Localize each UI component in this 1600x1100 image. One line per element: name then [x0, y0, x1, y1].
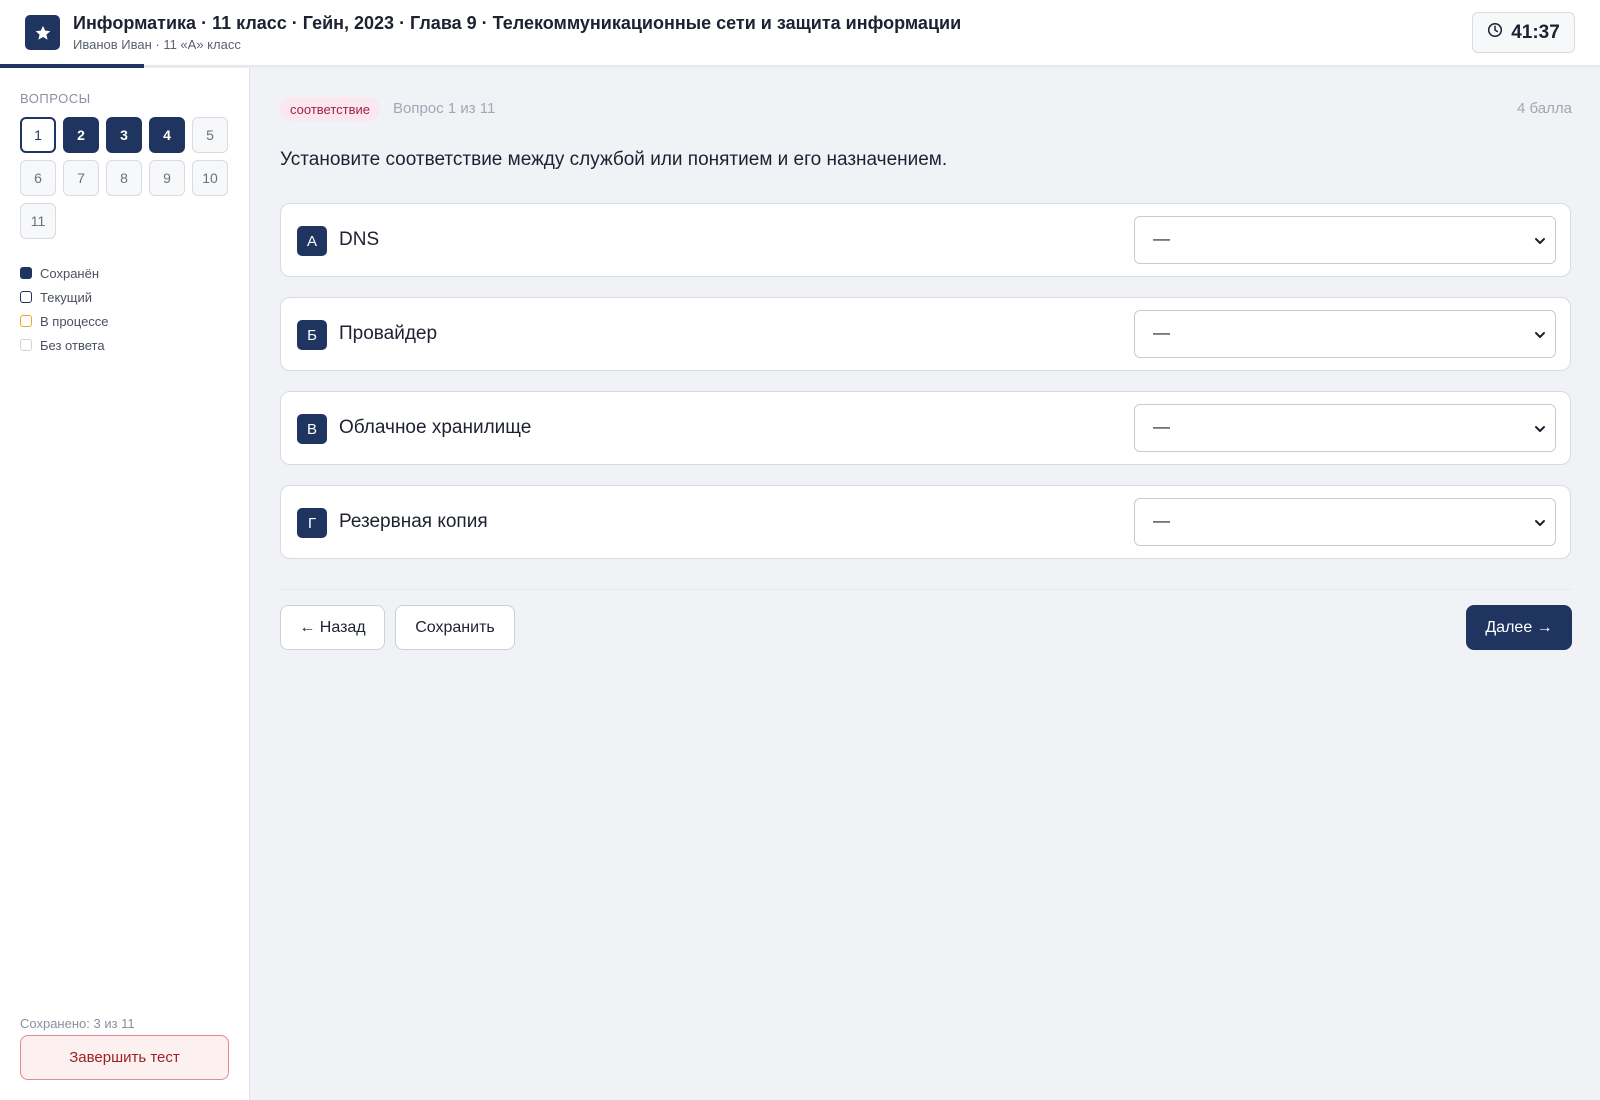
answer-select-value: —: [1153, 229, 1170, 248]
question-nav-9[interactable]: 9: [149, 160, 185, 196]
course-title: Информатика · 11 класс · Гейн, 2023 · Гл…: [73, 13, 962, 33]
legend-label: В процессе: [40, 313, 109, 329]
answer-select-value: —: [1153, 511, 1170, 530]
row-label: Провайдер: [339, 323, 438, 344]
question-type-badge: соответствие: [280, 97, 380, 121]
row-letter-badge: В: [297, 414, 327, 444]
back-button[interactable]: ← Назад: [280, 605, 385, 650]
row-label: DNS: [339, 229, 380, 250]
legend-swatch-progress: [20, 315, 32, 327]
row-letter-badge: Г: [297, 508, 327, 538]
question-nav-4[interactable]: 4: [149, 117, 185, 153]
legend-item-empty: Без ответа: [20, 333, 109, 357]
finish-test-button[interactable]: Завершить тест: [20, 1035, 229, 1080]
question-nav-7[interactable]: 7: [63, 160, 99, 196]
question-nav-11[interactable]: 11: [20, 203, 56, 239]
legend-swatch-empty: [20, 339, 32, 351]
save-button[interactable]: Сохранить: [395, 605, 515, 650]
answer-select[interactable]: —: [1134, 310, 1556, 358]
row-letter-badge: Б: [297, 320, 327, 350]
row-label: Резервная копия: [339, 511, 488, 532]
student-info: Иванов Иван · 11 «А» класс: [73, 37, 241, 52]
saved-count: Сохранено: 3 из 11: [20, 1016, 135, 1031]
question-nav-1[interactable]: 1: [20, 117, 56, 153]
row-label: Облачное хранилище: [339, 417, 532, 438]
sidebar-heading: ВОПРОСЫ: [20, 91, 91, 106]
legend-label: Текущий: [40, 289, 92, 305]
timer: 41:37: [1472, 12, 1575, 53]
question-nav-5[interactable]: 5: [192, 117, 228, 153]
legend-swatch-saved: [20, 267, 32, 279]
legend-label: Сохранён: [40, 265, 100, 281]
question-nav-8[interactable]: 8: [106, 160, 142, 196]
status-legend: Сохранён Текущий В процессе Без ответа: [20, 261, 109, 357]
answer-select-value: —: [1153, 323, 1170, 342]
matching-row: В Облачное хранилище —: [280, 391, 1571, 465]
matching-row: Б Провайдер —: [280, 297, 1571, 371]
legend-swatch-current: [20, 291, 32, 303]
answer-select-value: —: [1153, 417, 1170, 436]
question-grid: 1 2 3 4 5 6 7 8 9 10 11: [20, 117, 230, 239]
question-text: Установите соответствие между службой ил…: [280, 149, 948, 170]
question-points: 4 балла: [1517, 100, 1572, 117]
question-nav-3[interactable]: 3: [106, 117, 142, 153]
row-letter-badge: А: [297, 226, 327, 256]
matching-rows: А DNS — Б Провайдер — В Облачное хранилище — Г Рез…: [280, 203, 1571, 579]
next-button[interactable]: Далее →: [1466, 605, 1572, 650]
clock-icon: [1487, 22, 1503, 43]
answer-select[interactable]: —: [1134, 404, 1556, 452]
legend-item-current: Текущий: [20, 285, 109, 309]
legend-item-saved: Сохранён: [20, 261, 109, 285]
matching-row: А DNS —: [280, 203, 1571, 277]
matching-row: Г Резервная копия —: [280, 485, 1571, 559]
legend-label: Без ответа: [40, 337, 105, 353]
question-counter: Вопрос 1 из 11: [393, 100, 496, 117]
star-icon: [25, 15, 60, 50]
question-nav-10[interactable]: 10: [192, 160, 228, 196]
divider: [280, 589, 1571, 590]
timer-value: 41:37: [1511, 21, 1560, 43]
top-header: Информатика · 11 класс · Гейн, 2023 · Гл…: [0, 0, 1600, 68]
question-nav-6[interactable]: 6: [20, 160, 56, 196]
question-panel: соответствие Вопрос 1 из 11 4 балла Уста…: [250, 68, 1600, 1100]
legend-item-progress: В процессе: [20, 309, 109, 333]
question-sidebar: ВОПРОСЫ 1 2 3 4 5 6 7 8 9 10 11 Сохранён Текущий В п…: [0, 68, 250, 1100]
answer-select[interactable]: —: [1134, 216, 1556, 264]
question-nav-2[interactable]: 2: [63, 117, 99, 153]
answer-select[interactable]: —: [1134, 498, 1556, 546]
